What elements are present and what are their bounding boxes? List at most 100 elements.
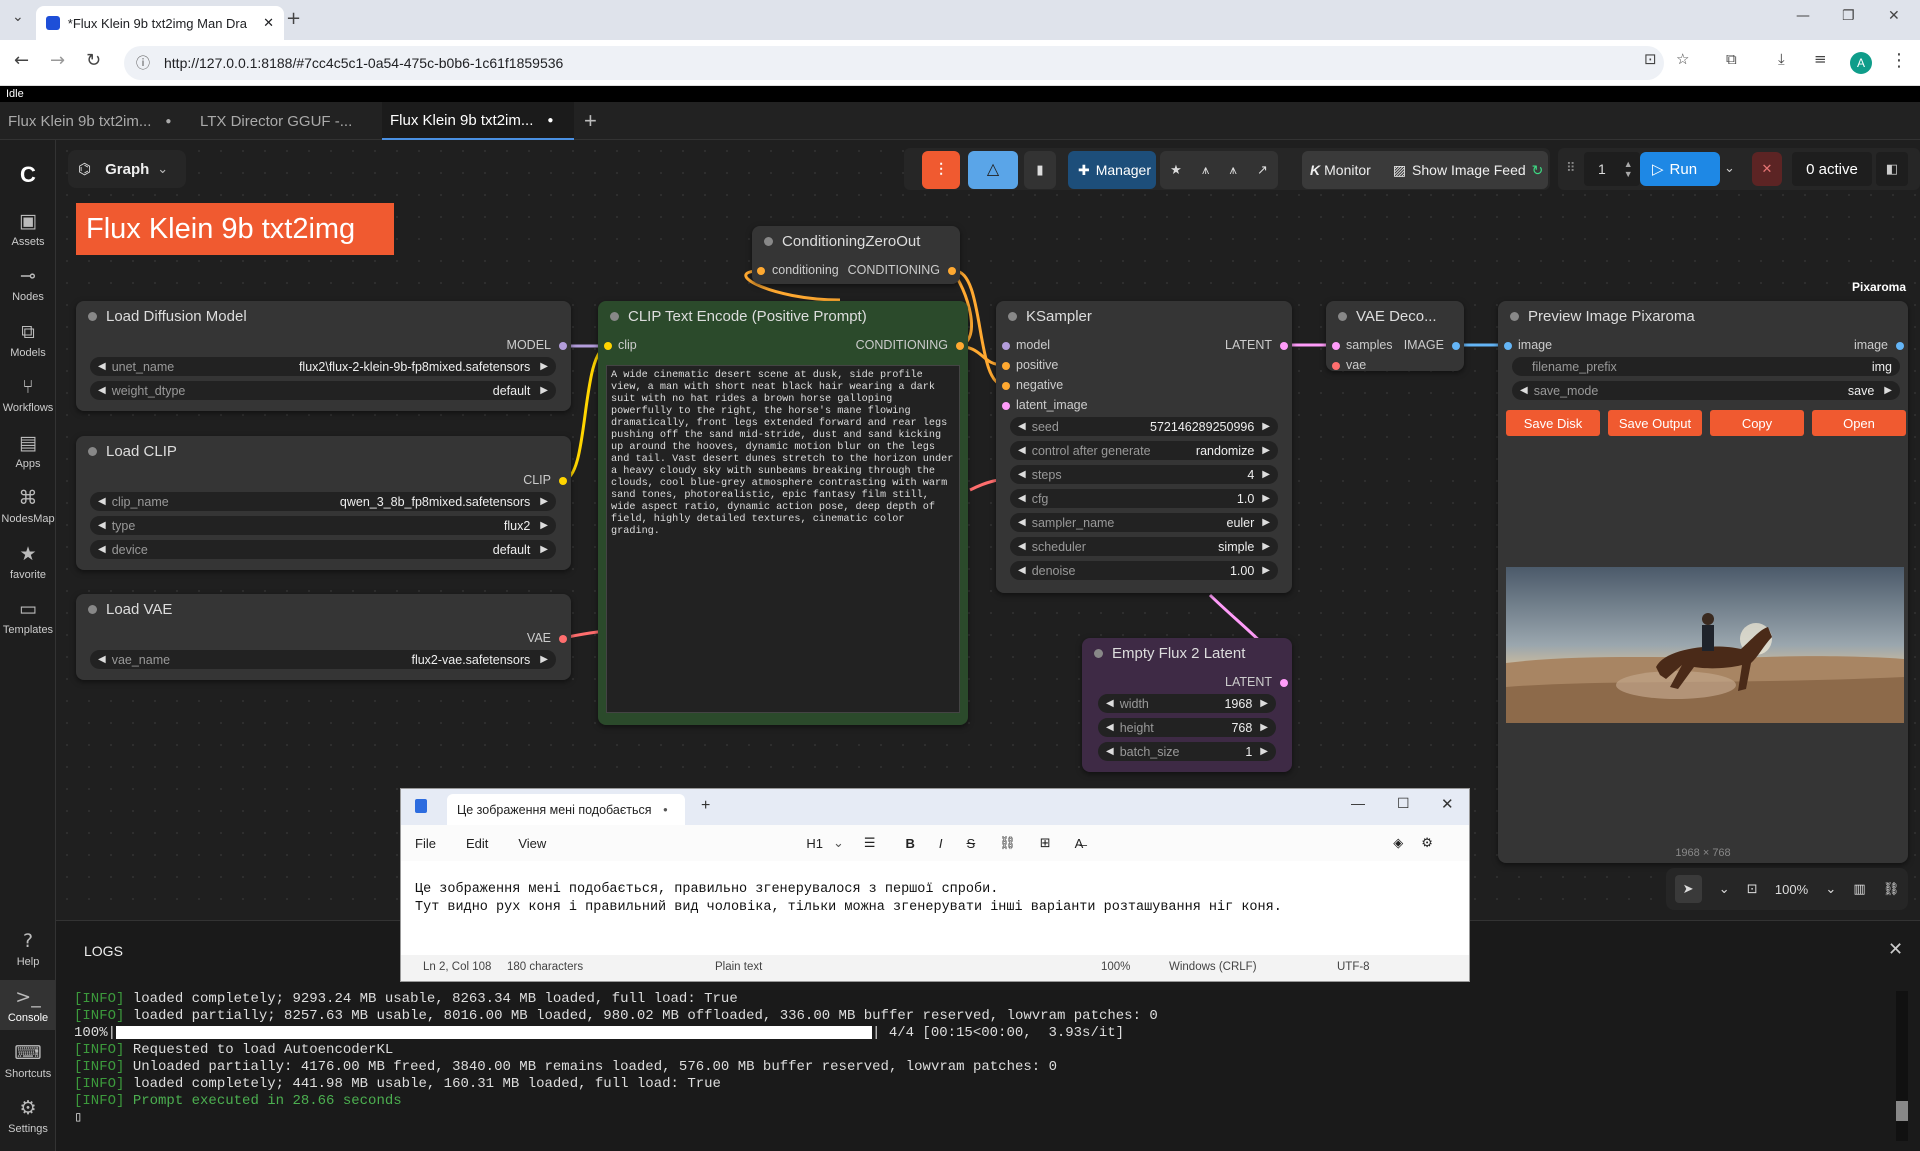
- chevron-down-icon[interactable]: ⌄: [1719, 881, 1730, 897]
- cfg-widget[interactable]: ◀ cfg 1.0 ▶: [1010, 489, 1278, 508]
- open-button[interactable]: Open: [1812, 410, 1906, 436]
- show-image-feed-button[interactable]: Show Image Feed: [1412, 162, 1526, 178]
- star-icon[interactable]: ★: [1170, 162, 1182, 178]
- heading-dropdown[interactable]: H1: [806, 836, 823, 851]
- manager-button[interactable]: ✚ Manager: [1068, 151, 1156, 189]
- node-load-clip[interactable]: Load CLIP CLIP ◀ clip_name qwen_3_8b_fp8mi…: [76, 436, 571, 570]
- notepad-text-area[interactable]: Це зображення мені подобається, правильн…: [415, 881, 1282, 917]
- arrow-left-icon[interactable]: ◀: [98, 385, 106, 396]
- arrow-right-icon[interactable]: ▶: [540, 385, 548, 396]
- gear-icon[interactable]: ⚙: [1421, 835, 1433, 851]
- output-conditioning-dot[interactable]: [956, 342, 964, 350]
- clip-name-widget[interactable]: ◀ clip_name qwen_3_8b_fp8mixed.safetensors…: [90, 492, 556, 511]
- refresh-icon[interactable]: ↻: [1532, 162, 1544, 179]
- output-latent-dot[interactable]: [1280, 679, 1288, 687]
- share-icon[interactable]: ↗: [1257, 162, 1268, 178]
- input-conditioning-dot[interactable]: [757, 267, 765, 275]
- copy-button[interactable]: Copy: [1710, 410, 1804, 436]
- link-icon[interactable]: ⛓: [999, 835, 1016, 851]
- prompt-textarea[interactable]: A wide cinematic desert scene at dusk, s…: [606, 365, 960, 713]
- save-disk-button[interactable]: Save Disk: [1506, 410, 1600, 436]
- input-samples-dot[interactable]: [1332, 342, 1340, 350]
- minimize-icon[interactable]: —: [1351, 795, 1365, 811]
- zoom-level[interactable]: 100%: [1775, 882, 1808, 897]
- maximize-icon[interactable]: ☐: [1397, 795, 1410, 812]
- batch-size-widget[interactable]: ◀ batch_size 1 ▶: [1098, 742, 1276, 761]
- chevron-down-icon[interactable]: ⌄: [833, 835, 844, 851]
- seed-widget[interactable]: ◀ seed 572146289250996 ▶: [1010, 417, 1278, 436]
- monitor-button[interactable]: Monitor: [1324, 162, 1371, 178]
- close-window-icon[interactable]: ✕: [1441, 795, 1454, 813]
- output-image-dot[interactable]: [1896, 342, 1904, 350]
- notepad-tab[interactable]: Це зображення мені подобається ●: [447, 794, 685, 825]
- logo-button[interactable]: △: [968, 151, 1018, 189]
- close-logs-icon[interactable]: ✕: [1888, 939, 1903, 960]
- node-empty-flux-2-latent[interactable]: Empty Flux 2 Latent LATENT ◀ width 1968 ▶ ◀…: [1082, 638, 1292, 772]
- node-conditioning-zero-out[interactable]: ConditioningZeroOut conditioning CONDITI…: [752, 226, 960, 284]
- scheduler-widget[interactable]: ◀ scheduler simple ▶: [1010, 537, 1278, 556]
- output-clip-dot[interactable]: [559, 477, 567, 485]
- fit-view-icon[interactable]: ⊡: [1747, 881, 1758, 897]
- chevron-down-icon[interactable]: ⌄: [1825, 881, 1836, 897]
- save-mode-widget[interactable]: ◀ save_mode save ▶: [1512, 381, 1900, 400]
- copilot-icon[interactable]: ◈: [1393, 835, 1403, 851]
- stepper-icon[interactable]: ▲ ▼: [1624, 159, 1633, 179]
- pixaroma-icon-button[interactable]: ⫶: [922, 151, 960, 189]
- active-queue-badge[interactable]: 0 active: [1792, 152, 1872, 186]
- clear-format-icon[interactable]: A̶: [1075, 836, 1084, 851]
- filename-prefix-widget[interactable]: filename_prefix img: [1512, 357, 1900, 376]
- node-preview-image-pixaroma[interactable]: Preview Image Pixaroma image image filen…: [1498, 301, 1908, 863]
- menu-file[interactable]: File: [415, 836, 436, 851]
- bold-icon[interactable]: B: [906, 836, 915, 851]
- panel-toggle-icon[interactable]: ◧: [1876, 152, 1908, 186]
- output-image-dot[interactable]: [1452, 342, 1460, 350]
- width-widget[interactable]: ◀ width 1968 ▶: [1098, 694, 1276, 713]
- clip-device-widget[interactable]: ◀ device default ▶: [90, 540, 556, 559]
- output-model-dot[interactable]: [559, 342, 567, 350]
- weight-dtype-widget[interactable]: ◀ weight_dtype default ▶: [90, 381, 556, 400]
- select-tool-icon[interactable]: ➤: [1674, 875, 1702, 903]
- denoise-widget[interactable]: ◀ denoise 1.00 ▶: [1010, 561, 1278, 580]
- arrow-left-icon[interactable]: ◀: [98, 361, 106, 372]
- node-vae-decode[interactable]: VAE Deco... samples vae IMAGE: [1326, 301, 1464, 372]
- graph-menu-button[interactable]: ⌬ Graph ⌄: [68, 150, 186, 188]
- drag-handle-icon[interactable]: ⠿: [1566, 160, 1576, 176]
- new-tab-icon[interactable]: +: [701, 797, 710, 815]
- run-options-chevron-icon[interactable]: ⌄: [1724, 160, 1735, 176]
- input-vae-dot[interactable]: [1332, 362, 1340, 370]
- node-ksampler[interactable]: KSampler LATENT model positive negative …: [996, 301, 1292, 593]
- cancel-button[interactable]: ✕: [1752, 152, 1782, 186]
- clip-type-widget[interactable]: ◀ type flux2 ▶: [90, 516, 556, 535]
- logs-scrollbar[interactable]: [1896, 991, 1908, 1141]
- run-button[interactable]: ▷ Run: [1640, 152, 1720, 186]
- steps-widget[interactable]: ◀ steps 4 ▶: [1010, 465, 1278, 484]
- input-model-dot[interactable]: [1002, 342, 1010, 350]
- unet-name-widget[interactable]: ◀ unet_name flux2\flux-2-klein-9b-fp8mixed…: [90, 357, 556, 376]
- node-load-vae[interactable]: Load VAE VAE ◀ vae_name flux2-vae.safetens…: [76, 594, 571, 680]
- hide-links-icon[interactable]: ⛓: [1883, 881, 1900, 897]
- menu-view[interactable]: View: [518, 836, 546, 851]
- list-icon[interactable]: ☰: [864, 835, 876, 851]
- log-output[interactable]: [INFO] loaded completely; 9293.24 MB usa…: [74, 991, 1894, 1127]
- vae-name-widget[interactable]: ◀ vae_name flux2-vae.safetensors ▶: [90, 650, 556, 669]
- model-alt-icon[interactable]: ⩚: [1229, 162, 1236, 178]
- output-latent-dot[interactable]: [1280, 342, 1288, 350]
- arrow-right-icon[interactable]: ▶: [540, 361, 548, 372]
- save-output-button[interactable]: Save Output: [1608, 410, 1702, 436]
- control-after-generate-widget[interactable]: ◀ control after generate randomize ▶: [1010, 441, 1278, 460]
- queue-count-input[interactable]: 1 ▲ ▼: [1584, 152, 1640, 186]
- input-negative-dot[interactable]: [1002, 382, 1010, 390]
- italic-icon[interactable]: I: [939, 836, 943, 851]
- node-load-diffusion-model[interactable]: Load Diffusion Model MODEL ◀ unet_name flu…: [76, 301, 571, 411]
- sampler-name-widget[interactable]: ◀ sampler_name euler ▶: [1010, 513, 1278, 532]
- bookmark-button[interactable]: ▮: [1024, 151, 1056, 189]
- table-icon[interactable]: ⊞: [1040, 835, 1051, 851]
- output-vae-dot[interactable]: [559, 635, 567, 643]
- input-latent-dot[interactable]: [1002, 402, 1010, 410]
- strikethrough-icon[interactable]: S: [967, 836, 976, 851]
- output-conditioning-dot[interactable]: [948, 267, 956, 275]
- input-clip-dot[interactable]: [604, 342, 612, 350]
- height-widget[interactable]: ◀ height 768 ▶: [1098, 718, 1276, 737]
- input-image-dot[interactable]: [1504, 342, 1512, 350]
- minimap-icon[interactable]: ▥: [1853, 881, 1865, 897]
